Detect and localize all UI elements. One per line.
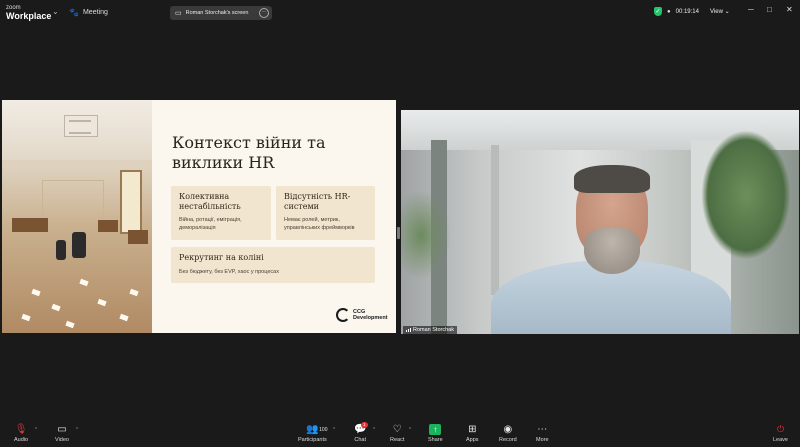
card-title: Рекрутинг на коліні bbox=[179, 253, 264, 262]
screen-share-pill[interactable]: ▭ Roman Storchak's screen ··· bbox=[170, 6, 272, 20]
ccg-mark-icon bbox=[336, 308, 350, 322]
video-label: Video bbox=[55, 437, 69, 443]
minimize-icon[interactable]: ─ bbox=[748, 5, 754, 14]
apps-label: Apps bbox=[466, 437, 479, 443]
record-button[interactable]: ◉ Record bbox=[499, 423, 517, 443]
share-label: Share bbox=[428, 437, 443, 443]
heart-icon: ♡ bbox=[392, 424, 402, 435]
card-subtitle: Немає ролей, метрик, управлінських фрейм… bbox=[284, 217, 355, 231]
participants-icon: 👥 100 bbox=[306, 424, 328, 435]
meeting-label: Meeting bbox=[82, 9, 108, 16]
react-options-icon[interactable]: ⌃ bbox=[408, 427, 412, 433]
card-subtitle: Війна, ротації, еміграція, деморалізація bbox=[179, 217, 242, 231]
video-options-icon[interactable]: ⌃ bbox=[75, 427, 79, 433]
audio-label: Audio bbox=[14, 437, 29, 443]
leave-button[interactable]: ⏻ Leave bbox=[773, 423, 788, 443]
participants-options-icon[interactable]: ⌃ bbox=[332, 427, 336, 433]
react-button[interactable]: ♡ React bbox=[390, 423, 404, 443]
share-button[interactable]: ↑ Share bbox=[428, 423, 443, 443]
zoom-logo: zoom Workplace bbox=[6, 4, 52, 21]
microphone-muted-icon: 🎙 bbox=[14, 424, 28, 435]
chat-label: Chat bbox=[354, 437, 367, 443]
title-bar: zoom Workplace ⌄ 🐾 Meeting ▭ Roman Storc… bbox=[0, 0, 800, 26]
audio-options-icon[interactable]: ⌃ bbox=[34, 427, 38, 433]
office-photo bbox=[2, 100, 152, 333]
paw-icon: 🐾 bbox=[69, 8, 79, 17]
close-icon[interactable]: ✕ bbox=[786, 5, 793, 14]
more-options-icon[interactable]: ··· bbox=[259, 8, 269, 18]
apps-button[interactable]: ⊞ Apps bbox=[466, 423, 479, 443]
card-title: Відсутність HR-системи bbox=[284, 192, 351, 211]
participants-label: Participants bbox=[298, 437, 327, 443]
card-recruiting: Рекрутинг на коліні Без бюджету, без EVP… bbox=[171, 247, 375, 283]
meeting-timer: 00:19:14 bbox=[675, 8, 699, 15]
screen-share-label: Roman Storchak's screen bbox=[185, 10, 249, 16]
maximize-icon[interactable]: □ bbox=[767, 5, 772, 14]
timer-dot-icon: ● bbox=[667, 8, 671, 15]
view-button[interactable]: View ⌄ bbox=[710, 8, 730, 15]
record-icon: ◉ bbox=[503, 424, 513, 435]
chat-options-icon[interactable]: ⌃ bbox=[372, 427, 376, 433]
share-icon: ↑ bbox=[429, 424, 442, 435]
leave-label: Leave bbox=[773, 437, 788, 443]
record-label: Record bbox=[499, 437, 517, 443]
split-handle[interactable] bbox=[397, 227, 400, 239]
ccg-logo: CCG Development bbox=[336, 308, 388, 322]
leave-icon: ⏻ bbox=[776, 424, 785, 434]
meeting-status: ✓ ● 00:19:14 bbox=[654, 7, 699, 16]
brand-big: Workplace bbox=[6, 11, 52, 21]
chevron-down-icon[interactable]: ⌄ bbox=[52, 7, 59, 16]
chat-button[interactable]: 💬 1 Chat bbox=[354, 422, 368, 443]
more-label: More bbox=[536, 437, 549, 443]
participants-button[interactable]: 👥 100 Participants bbox=[298, 423, 327, 443]
participant-video[interactable]: Roman Storchak bbox=[401, 110, 799, 334]
signal-icon bbox=[406, 328, 411, 332]
card-title: Колективна нестабільність bbox=[179, 192, 241, 211]
participant-name-tag: Roman Storchak bbox=[403, 326, 457, 334]
slide-title: Контекст війни та виклики HR bbox=[172, 133, 326, 172]
chat-icon: 💬 1 bbox=[354, 422, 368, 435]
shield-icon[interactable]: ✓ bbox=[654, 7, 662, 16]
participant-name: Roman Storchak bbox=[413, 327, 454, 333]
meeting-toolbar: 🎙 Audio ⌃ ▭ Video ⌃ 👥 100 Participants ⌃ … bbox=[0, 421, 800, 447]
card-subtitle: Без бюджету, без EVP, хаос у процесах bbox=[179, 269, 279, 275]
more-icon: ⋯ bbox=[537, 424, 548, 435]
participants-count: 100 bbox=[319, 427, 328, 433]
meeting-button[interactable]: 🐾 Meeting bbox=[69, 8, 108, 17]
screen-icon: ▭ bbox=[175, 10, 182, 17]
card-no-hr-system: Відсутність HR-системи Немає ролей, метр… bbox=[276, 186, 375, 240]
react-label: React bbox=[390, 437, 405, 443]
audio-button[interactable]: 🎙 Audio bbox=[14, 423, 28, 443]
chat-badge: 1 bbox=[361, 422, 368, 428]
video-button[interactable]: ▭ Video bbox=[55, 423, 69, 443]
logo-line2: Development bbox=[353, 315, 388, 321]
apps-icon: ⊞ bbox=[468, 424, 477, 435]
card-instability: Колективна нестабільність Війна, ротації… bbox=[171, 186, 271, 240]
camera-icon: ▭ bbox=[57, 424, 67, 435]
view-label: View bbox=[710, 9, 723, 15]
more-button[interactable]: ⋯ More bbox=[536, 423, 549, 443]
